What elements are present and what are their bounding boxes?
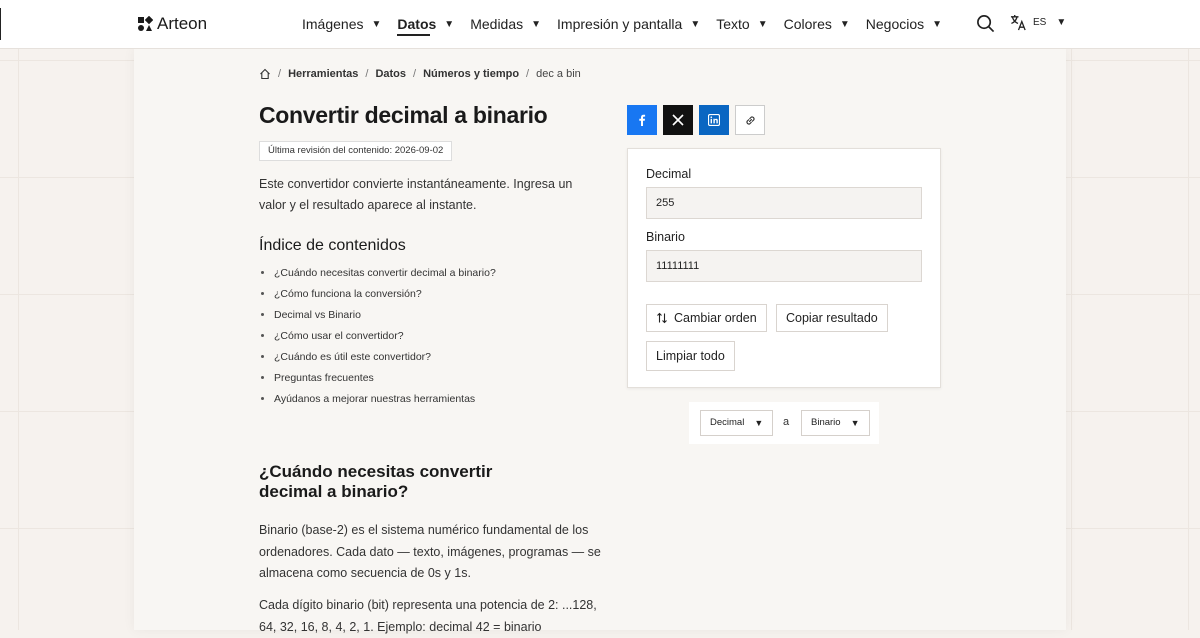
caret-down-icon: ▼ <box>1056 17 1067 28</box>
logo[interactable]: Arteon <box>137 14 207 34</box>
breadcrumb-numeros[interactable]: Números y tiempo <box>423 68 519 80</box>
window-edge <box>0 8 1 40</box>
x-icon <box>672 114 684 126</box>
nav-item-impresion[interactable]: Impresión y pantalla ▼ <box>557 0 700 48</box>
linkedin-icon <box>708 114 720 126</box>
caret-down-icon: ▼ <box>757 18 768 30</box>
from-unit-value: Decimal <box>710 417 745 428</box>
nav-label: Datos <box>397 16 437 32</box>
copy-label: Copiar resultado <box>786 311 878 325</box>
language-selector[interactable]: ES ▼ <box>1010 14 1066 31</box>
nav-label: Texto <box>716 16 750 32</box>
toc-list: ¿Cuándo necesitas convertir decimal a bi… <box>259 264 496 411</box>
nav-label: Impresión y pantalla <box>557 16 683 32</box>
nav-label: Colores <box>783 16 832 32</box>
from-unit-select[interactable]: Decimal ▼ <box>700 410 774 436</box>
caret-down-icon: ▼ <box>839 18 850 30</box>
swap-order-button[interactable]: Cambiar orden <box>646 304 767 332</box>
unit-connector: a <box>783 416 790 428</box>
clear-label: Limpiar todo <box>656 349 725 363</box>
nav-item-negocios[interactable]: Negocios ▼ <box>866 0 942 48</box>
section-heading: ¿Cuándo necesitas convertir decimal a bi… <box>259 462 493 501</box>
breadcrumb-separator: / <box>526 68 530 80</box>
share-facebook-button[interactable] <box>627 105 657 135</box>
caret-down-icon: ▼ <box>850 418 860 428</box>
breadcrumb-herramientas[interactable]: Herramientas <box>288 68 358 80</box>
breadcrumb-current: dec a bin <box>536 68 581 80</box>
toc-item[interactable]: Ayúdanos a mejorar nuestras herramientas <box>274 390 496 411</box>
nav-item-colores[interactable]: Colores ▼ <box>784 0 850 48</box>
link-icon <box>745 115 755 125</box>
decimal-label: Decimal <box>646 167 692 181</box>
share-linkedin-button[interactable] <box>699 105 729 135</box>
toc-item[interactable]: ¿Cómo usar el convertidor? <box>274 327 496 348</box>
toc-title: Índice de contenidos <box>259 237 406 254</box>
decimal-input[interactable] <box>646 187 922 219</box>
copy-link-button[interactable] <box>735 105 765 135</box>
binary-label: Binario <box>646 230 685 244</box>
nav-item-imagenes[interactable]: Imágenes ▼ <box>302 0 381 48</box>
caret-down-icon: ▼ <box>754 418 764 428</box>
share-x-button[interactable] <box>663 105 693 135</box>
toc-item[interactable]: ¿Cuándo es útil este convertidor? <box>274 348 496 369</box>
swap-label: Cambiar orden <box>674 311 757 325</box>
toc-item[interactable]: Preguntas frecuentes <box>274 369 496 390</box>
site-header: Arteon Imágenes ▼ Datos ▼ Medidas ▼ Impresi… <box>0 0 1200 49</box>
breadcrumb-datos[interactable]: Datos <box>375 68 406 80</box>
toc-item[interactable]: ¿Cómo funciona la conversión? <box>274 285 496 306</box>
breadcrumb-separator: / <box>413 68 417 80</box>
translate-icon <box>1010 14 1026 31</box>
to-unit-value: Binario <box>811 417 841 428</box>
facebook-icon <box>639 114 646 126</box>
to-unit-select[interactable]: Binario ▼ <box>801 410 870 436</box>
home-icon[interactable] <box>259 68 271 80</box>
main-nav: Imágenes ▼ Datos ▼ Medidas ▼ Impresión y pa… <box>302 0 958 48</box>
toc-item[interactable]: ¿Cuándo necesitas convertir decimal a bi… <box>274 264 496 285</box>
breadcrumb: / Herramientas / Datos / Números y tiemp… <box>259 68 581 80</box>
swap-icon <box>657 312 667 324</box>
caret-down-icon: ▼ <box>371 18 382 30</box>
page-title: Convertir decimal a binario <box>259 102 548 128</box>
nav-label: Negocios <box>865 16 925 32</box>
caret-down-icon: ▼ <box>932 18 943 30</box>
breadcrumb-separator: / <box>365 68 369 80</box>
copy-result-button[interactable]: Copiar resultado <box>776 304 888 332</box>
binary-output[interactable] <box>646 250 922 282</box>
nav-label: Imágenes <box>302 16 364 32</box>
nav-label: Medidas <box>470 16 524 32</box>
logo-mark-icon <box>138 16 153 31</box>
lang-code: ES <box>1033 17 1047 28</box>
clear-all-button[interactable]: Limpiar todo <box>646 341 735 371</box>
nav-item-texto[interactable]: Texto ▼ <box>716 0 767 48</box>
revision-badge: Última revisión del contenido: 2026-09-0… <box>259 141 453 161</box>
intro-text: Este convertidor convierte instantáneame… <box>259 177 573 212</box>
caret-down-icon: ▼ <box>690 18 701 30</box>
brand-name: Arteon <box>157 14 208 33</box>
toc-item[interactable]: Decimal vs Binario <box>274 306 496 327</box>
nav-item-medidas[interactable]: Medidas ▼ <box>470 0 541 48</box>
section-paragraph: Cada dígito binario (bit) representa una… <box>259 598 597 634</box>
section-paragraph: Binario (base-2) es el sistema numérico … <box>259 523 601 580</box>
caret-down-icon: ▼ <box>444 18 455 30</box>
nav-item-datos[interactable]: Datos ▼ <box>397 0 454 48</box>
caret-down-icon: ▼ <box>531 18 542 30</box>
breadcrumb-separator: / <box>278 68 282 80</box>
search-icon[interactable] <box>976 14 995 38</box>
